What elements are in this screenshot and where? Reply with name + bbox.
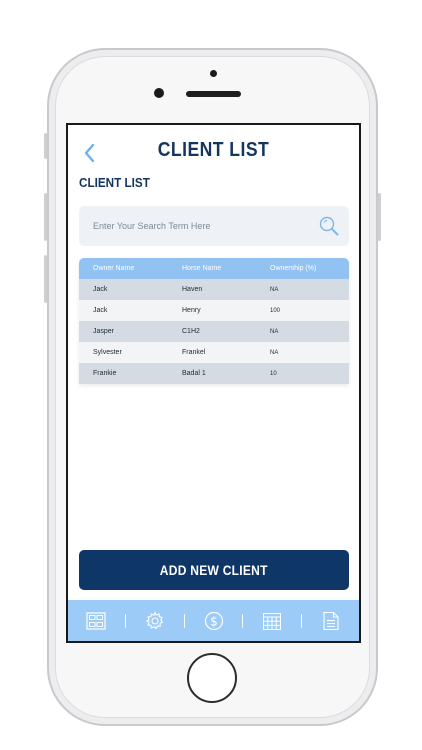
table-row[interactable]: Jack Henry 100 — [79, 300, 349, 321]
owner-cell: Jack — [93, 286, 108, 293]
column-header-ownership: Ownership (%) — [270, 265, 317, 272]
tab-documents[interactable] — [319, 609, 343, 633]
calendar-icon — [263, 612, 282, 630]
tab-divider — [301, 613, 303, 628]
table-row[interactable]: Sylvester Frankel NA — [79, 342, 349, 363]
page-title: CLIENT LIST — [157, 139, 270, 161]
app-screen: CLIENT LIST CLIENT LIST Owner Name Horse… — [66, 123, 361, 643]
tab-settings[interactable] — [143, 609, 167, 633]
tab-divider — [183, 613, 185, 628]
front-camera — [154, 88, 164, 98]
tab-calendar[interactable] — [260, 609, 284, 633]
home-button[interactable] — [187, 653, 237, 703]
column-header-owner: Owner Name — [93, 265, 135, 272]
ownership-cell: NA — [270, 286, 279, 293]
search-icon[interactable] — [318, 215, 340, 237]
horse-cell: C1H2 — [182, 328, 200, 335]
owner-cell: Sylvester — [93, 349, 122, 356]
tab-billing[interactable]: $ — [202, 609, 226, 633]
ownership-cell: NA — [270, 349, 279, 356]
ownership-cell: 100 — [270, 307, 281, 314]
column-header-horse: Horse Name — [182, 265, 222, 272]
table-row[interactable]: Frankie Badal 1 10 — [79, 363, 349, 384]
ownership-cell: NA — [270, 328, 279, 335]
ownership-cell: 10 — [270, 370, 277, 377]
owner-cell: Jasper — [93, 328, 115, 335]
tab-divider — [242, 613, 244, 628]
add-new-client-button[interactable]: ADD NEW CLIENT — [79, 550, 349, 590]
horse-cell: Badal 1 — [182, 370, 206, 377]
horse-cell: Frankel — [182, 349, 206, 356]
client-table: Owner Name Horse Name Ownership (%) Jack… — [79, 258, 349, 384]
owner-cell: Frankie — [93, 370, 117, 377]
table-row[interactable]: Jasper C1H2 NA — [79, 321, 349, 342]
settings-icon — [145, 610, 164, 629]
svg-text:$: $ — [210, 614, 218, 628]
horse-cell: Haven — [182, 286, 203, 293]
table-row[interactable]: Jack Haven NA — [79, 279, 349, 300]
billing-icon: $ — [204, 611, 223, 630]
proximity-sensor — [210, 70, 217, 77]
section-title: CLIENT LIST — [79, 175, 150, 190]
owner-cell: Jack — [93, 307, 108, 314]
document-icon — [323, 611, 339, 630]
search-input[interactable] — [79, 206, 309, 246]
horse-cell: Henry — [182, 307, 201, 314]
dashboard-icon — [86, 611, 106, 630]
tab-dashboard[interactable] — [84, 609, 108, 633]
earpiece-speaker — [186, 91, 241, 97]
table-header: Owner Name Horse Name Ownership (%) — [79, 258, 349, 279]
tab-divider — [124, 613, 126, 628]
power-button — [378, 193, 381, 241]
bottom-tab-bar: $ — [68, 600, 359, 641]
search-bar — [79, 206, 349, 246]
add-new-client-label: ADD NEW CLIENT — [160, 562, 268, 578]
